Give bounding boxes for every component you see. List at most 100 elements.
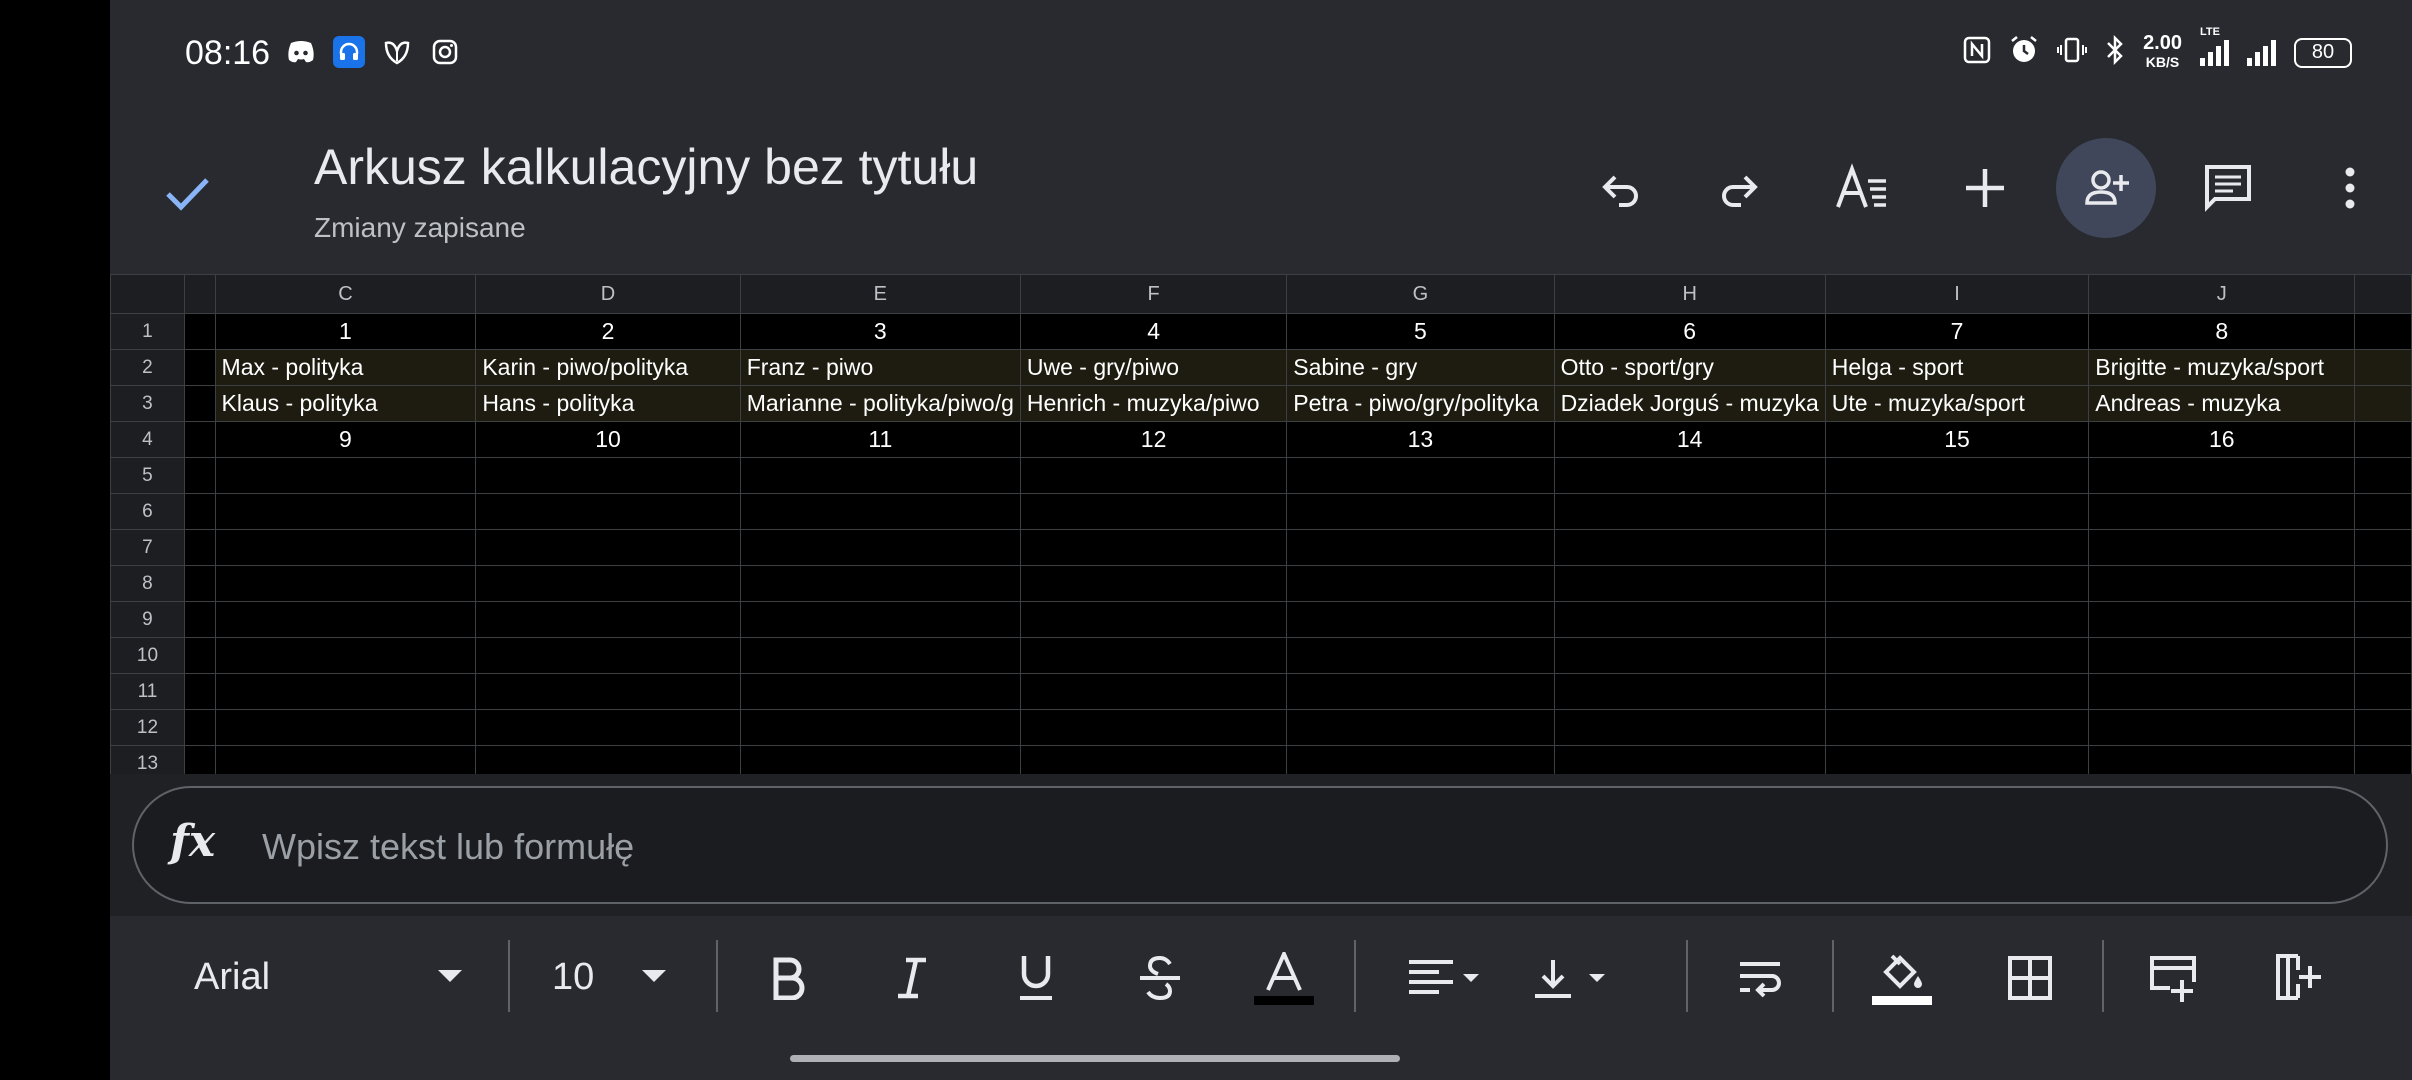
gesture-nav-bar[interactable] (790, 1055, 1400, 1062)
cell[interactable]: Brigitte - muzyka/sport (2088, 349, 2356, 386)
cell[interactable] (183, 457, 216, 494)
cell[interactable] (475, 745, 741, 774)
row-header[interactable]: 6 (110, 493, 185, 530)
cell[interactable] (1553, 565, 1826, 602)
cell[interactable]: Sabine - gry (1286, 349, 1555, 386)
row-header[interactable]: 4 (110, 421, 185, 458)
cell[interactable] (1553, 745, 1826, 774)
cell[interactable]: 2 (475, 313, 741, 350)
cell[interactable] (1019, 529, 1288, 566)
column-header[interactable]: E (739, 274, 1021, 314)
chevron-down-icon[interactable] (642, 970, 666, 982)
cell[interactable] (475, 493, 741, 530)
cell[interactable] (183, 385, 216, 422)
cell[interactable] (2354, 493, 2412, 530)
row-header[interactable]: 9 (110, 601, 185, 638)
cell[interactable]: 3 (739, 313, 1021, 350)
cell[interactable] (1553, 601, 1826, 638)
cell[interactable] (1824, 457, 2090, 494)
cell[interactable] (1824, 565, 2090, 602)
insert-column-button[interactable] (2258, 938, 2338, 1018)
cell[interactable] (1553, 529, 1826, 566)
cell[interactable] (183, 709, 216, 746)
cell[interactable]: 12 (1019, 421, 1288, 458)
cell[interactable] (739, 673, 1021, 710)
cell[interactable] (1286, 745, 1555, 774)
done-check-icon[interactable] (162, 168, 212, 218)
cell[interactable]: 13 (1286, 421, 1555, 458)
cell[interactable] (1019, 745, 1288, 774)
cell[interactable] (183, 565, 216, 602)
cell[interactable] (739, 745, 1021, 774)
cell[interactable] (183, 349, 216, 386)
italic-button[interactable] (872, 938, 952, 1018)
cell[interactable] (2354, 709, 2412, 746)
cell[interactable] (1553, 673, 1826, 710)
cell[interactable] (1824, 673, 2090, 710)
cell[interactable] (2088, 601, 2356, 638)
cell[interactable] (739, 637, 1021, 674)
cell[interactable] (2354, 529, 2412, 566)
cell[interactable]: Helga - sport (1824, 349, 2090, 386)
cell[interactable] (2088, 673, 2356, 710)
cell[interactable] (475, 601, 741, 638)
cell[interactable] (2088, 493, 2356, 530)
cell[interactable] (1824, 745, 2090, 774)
cell[interactable] (1286, 709, 1555, 746)
cell[interactable] (214, 673, 477, 710)
cell[interactable] (183, 637, 216, 674)
cell[interactable]: 16 (2088, 421, 2356, 458)
undo-button[interactable] (1570, 138, 1670, 238)
cell[interactable] (739, 457, 1021, 494)
cell[interactable] (183, 421, 216, 458)
cell[interactable] (2088, 457, 2356, 494)
insert-button[interactable] (1935, 138, 2035, 238)
cell[interactable] (2354, 457, 2412, 494)
row-header[interactable]: 12 (110, 709, 185, 746)
column-header[interactable]: C (214, 274, 477, 314)
cell[interactable] (739, 565, 1021, 602)
cell[interactable] (2354, 421, 2412, 458)
row-header[interactable]: 10 (110, 637, 185, 674)
cell[interactable]: 11 (739, 421, 1021, 458)
cell[interactable]: Klaus - polityka (214, 385, 477, 422)
row-header[interactable]: 7 (110, 529, 185, 566)
cell[interactable] (2354, 313, 2412, 350)
cell[interactable]: 8 (2088, 313, 2356, 350)
cell[interactable]: Marianne - polityka/piwo/g (739, 385, 1021, 422)
cell[interactable] (2088, 709, 2356, 746)
cell[interactable] (475, 673, 741, 710)
cell[interactable]: Otto - sport/gry (1553, 349, 1826, 386)
cell[interactable]: Henrich - muzyka/piwo (1019, 385, 1288, 422)
font-family-dropdown[interactable]: Arial (194, 956, 270, 999)
spreadsheet-grid[interactable]: C D E F G H I J 1 1 2 3 4 5 6 7 8 2 Max … (110, 274, 2412, 774)
bold-button[interactable] (748, 938, 828, 1018)
row-header[interactable]: 3 (110, 385, 185, 422)
cell[interactable] (1019, 601, 1288, 638)
cell[interactable] (739, 493, 1021, 530)
cell[interactable] (1286, 673, 1555, 710)
cell[interactable] (1019, 565, 1288, 602)
cell[interactable] (183, 529, 216, 566)
cell[interactable]: Max - polityka (214, 349, 477, 386)
cell[interactable] (2354, 673, 2412, 710)
cell[interactable] (183, 745, 216, 774)
cell[interactable] (1824, 493, 2090, 530)
borders-button[interactable] (1990, 938, 2070, 1018)
row-header[interactable]: 2 (110, 349, 185, 386)
cell[interactable]: Franz - piwo (739, 349, 1021, 386)
cell[interactable] (214, 709, 477, 746)
chevron-down-icon[interactable] (438, 970, 462, 982)
cell[interactable] (2088, 565, 2356, 602)
cell[interactable] (1824, 637, 2090, 674)
share-button[interactable] (2056, 138, 2156, 238)
cell[interactable] (183, 313, 216, 350)
cell[interactable]: Hans - polityka (475, 385, 741, 422)
cell[interactable] (1286, 493, 1555, 530)
cell[interactable]: Uwe - gry/piwo (1019, 349, 1288, 386)
comments-button[interactable] (2178, 138, 2278, 238)
cell[interactable] (1286, 457, 1555, 494)
cell[interactable]: 5 (1286, 313, 1555, 350)
row-header[interactable]: 11 (110, 673, 185, 710)
cell[interactable] (214, 529, 477, 566)
